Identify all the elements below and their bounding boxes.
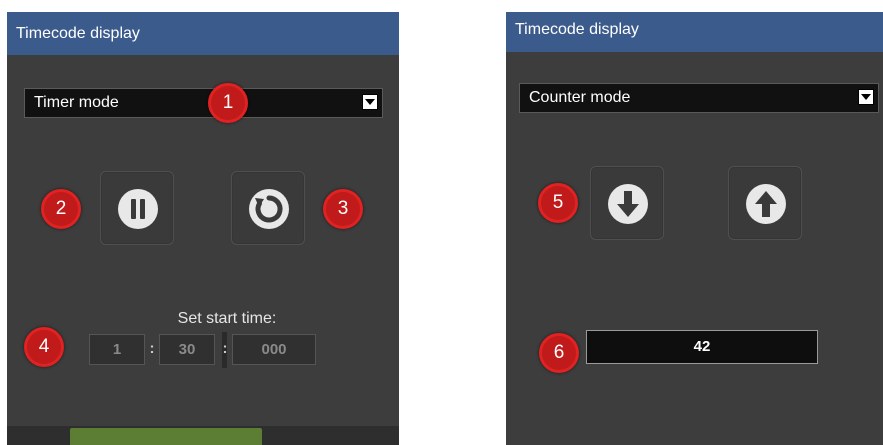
start-time-label: Set start time: (177, 310, 277, 327)
time-separator: : (222, 340, 228, 357)
mode-select-value: Timer mode (34, 94, 119, 111)
start-hours-field[interactable]: 1 (89, 334, 145, 365)
chevron-down-icon[interactable] (858, 89, 874, 105)
mode-select-value: Counter mode (529, 89, 631, 106)
reset-icon (249, 189, 289, 229)
increment-button[interactable] (728, 166, 802, 240)
callout-6: 6 (539, 333, 579, 373)
callout-1: 1 (208, 83, 248, 123)
panel-title: Timecode display (7, 12, 399, 55)
pause-icon (118, 189, 158, 229)
callout-3: 3 (323, 189, 363, 229)
reset-button[interactable] (231, 171, 305, 245)
arrow-up-icon (746, 184, 786, 224)
counter-mode-panel: Timecode display Counter mode 42 (506, 12, 883, 445)
callout-2: 2 (41, 189, 81, 229)
start-minutes-field[interactable]: 30 (159, 334, 215, 365)
decrement-button[interactable] (590, 166, 664, 240)
mode-select[interactable]: Counter mode (519, 83, 879, 113)
arrow-down-icon (608, 184, 648, 224)
start-button[interactable] (70, 428, 262, 445)
counter-value-field[interactable]: 42 (586, 330, 818, 364)
callout-4: 4 (24, 327, 64, 367)
pause-button[interactable] (100, 171, 174, 245)
mode-select[interactable]: Timer mode (24, 88, 383, 118)
time-separator: : (149, 340, 155, 357)
chevron-down-icon[interactable] (362, 94, 378, 110)
callout-5: 5 (538, 183, 578, 223)
panel-title: Timecode display (506, 12, 883, 52)
start-milliseconds-field[interactable]: 000 (232, 334, 316, 365)
